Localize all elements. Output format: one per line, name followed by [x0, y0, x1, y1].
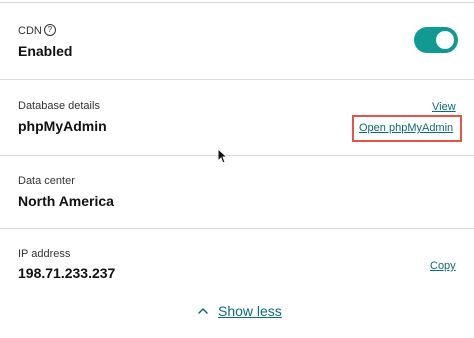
copy-link[interactable]: Copy [430, 260, 456, 273]
cdn-row: CDN? Enabled [0, 0, 474, 80]
show-less-label: Show less [218, 302, 282, 319]
toggle-knob [436, 31, 454, 49]
database-value: phpMyAdmin [18, 118, 107, 134]
cdn-label: CDN [18, 25, 42, 37]
ip-value: 198.71.233.237 [18, 265, 116, 281]
show-less-button[interactable]: Show less [198, 302, 282, 320]
open-phpmyadmin-link[interactable]: Open phpMyAdmin [359, 122, 453, 135]
datacenter-row: Data center North America [0, 156, 474, 228]
database-label: Database details [18, 100, 100, 112]
help-icon[interactable]: ? [43, 24, 56, 36]
cdn-label-wrap: CDN? [18, 24, 56, 38]
ip-row: IP address 198.71.233.237 Copy [0, 229, 474, 289]
chevron-up-icon [198, 308, 208, 314]
datacenter-value: North America [18, 193, 114, 209]
datacenter-label: Data center [18, 175, 75, 187]
view-link[interactable]: View [432, 101, 456, 114]
mouse-cursor-icon [217, 148, 227, 164]
cdn-status: Enabled [18, 43, 73, 59]
cdn-toggle[interactable] [414, 27, 458, 53]
ip-label: IP address [18, 248, 71, 260]
